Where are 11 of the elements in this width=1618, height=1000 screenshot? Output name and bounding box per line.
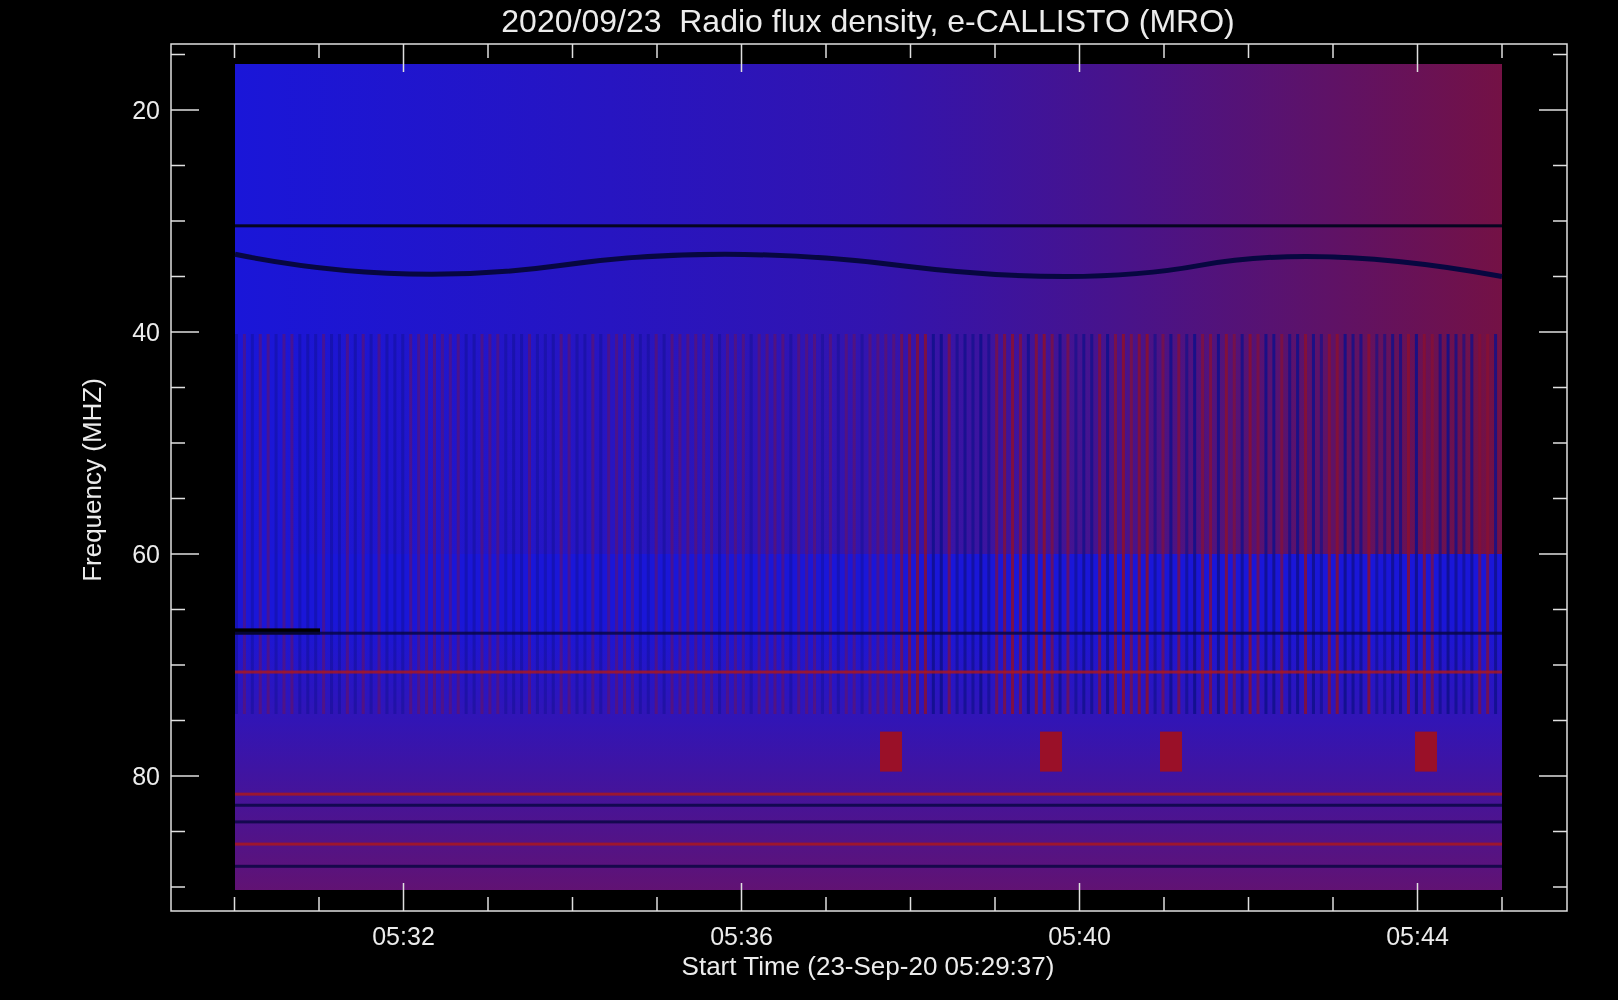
x-tick-label: 05:36 [710,922,773,950]
y-tick-label: 40 [132,318,160,346]
chart-title: 2020/09/23 Radio flux density, e-CALLISTO (MRO) [501,3,1235,39]
x-axis-title: Start Time (23-Sep-20 05:29:37) [681,951,1055,981]
y-tick-label: 20 [132,96,160,124]
y-tick-label: 80 [132,762,160,790]
x-tick-label: 05:40 [1048,922,1111,950]
y-axis-title: Frequency (MHZ) [77,378,107,582]
x-tick-label: 05:44 [1386,922,1449,950]
x-tick-label: 05:32 [372,922,435,950]
y-tick-label: 60 [132,540,160,568]
